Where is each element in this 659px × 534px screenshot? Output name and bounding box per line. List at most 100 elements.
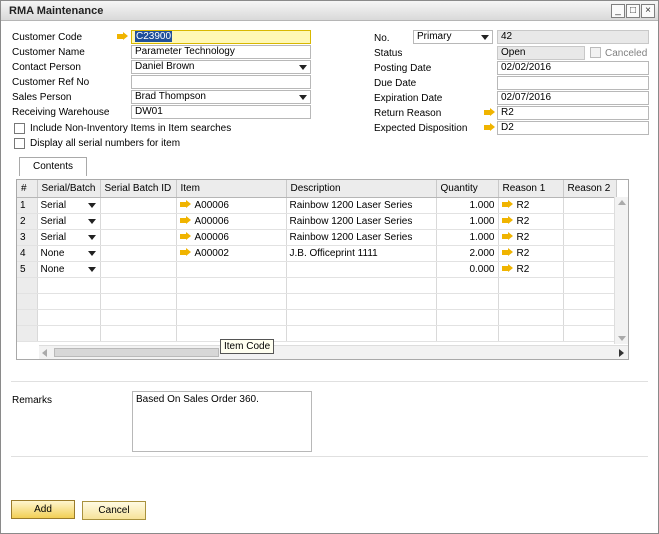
table-cell[interactable] xyxy=(100,261,177,278)
table-cell[interactable] xyxy=(563,277,617,294)
table-row[interactable]: 4 None A00002 J.B. Officeprint 1111 2.000 R2 xyxy=(17,245,617,262)
column-header[interactable]: Reason 1 xyxy=(498,180,564,198)
link-arrow-icon[interactable] xyxy=(179,247,191,257)
chevron-down-icon[interactable] xyxy=(87,234,96,240)
table-cell[interactable] xyxy=(176,261,287,278)
tab-contents[interactable]: Contents xyxy=(19,157,87,176)
close-icon[interactable]: × xyxy=(641,4,655,18)
table-cell[interactable] xyxy=(498,325,564,342)
chevron-down-icon[interactable] xyxy=(87,218,96,224)
return-reason-field[interactable]: R2 xyxy=(497,106,649,120)
table-row[interactable] xyxy=(17,309,617,326)
table-cell[interactable] xyxy=(563,261,617,278)
table-cell[interactable]: None xyxy=(37,245,101,262)
table-cell[interactable] xyxy=(498,309,564,326)
table-cell[interactable]: 0.000 xyxy=(436,261,499,278)
table-cell[interactable] xyxy=(37,277,101,294)
table-cell[interactable]: J.B. Officeprint 1111 xyxy=(286,245,437,262)
chevron-down-icon[interactable] xyxy=(299,95,307,100)
table-cell[interactable] xyxy=(436,277,499,294)
chevron-down-icon[interactable] xyxy=(299,65,307,70)
link-arrow-icon[interactable] xyxy=(484,108,495,117)
posting-date-field[interactable]: 02/02/2016 xyxy=(497,61,649,75)
scroll-right-icon[interactable] xyxy=(619,349,624,357)
table-cell[interactable]: A00006 xyxy=(176,213,287,230)
table-cell[interactable] xyxy=(286,293,437,310)
table-cell[interactable] xyxy=(563,309,617,326)
link-arrow-icon[interactable] xyxy=(501,247,513,257)
table-cell[interactable] xyxy=(563,229,617,246)
table-cell[interactable] xyxy=(176,277,287,294)
table-cell[interactable]: R2 xyxy=(498,245,564,262)
table-cell[interactable] xyxy=(37,309,101,326)
minimize-icon[interactable]: _ xyxy=(611,4,625,18)
sales-person-select[interactable]: Brad Thompson xyxy=(131,90,311,104)
column-header[interactable]: Item xyxy=(176,180,287,198)
vertical-scrollbar[interactable] xyxy=(614,197,628,344)
remarks-textarea[interactable]: Based On Sales Order 360. xyxy=(132,391,312,452)
table-cell[interactable]: R2 xyxy=(498,229,564,246)
chevron-down-icon[interactable] xyxy=(87,266,96,272)
link-arrow-icon[interactable] xyxy=(501,215,513,225)
table-cell[interactable]: A00006 xyxy=(176,229,287,246)
table-cell[interactable]: Rainbow 1200 Laser Series xyxy=(286,197,437,214)
table-cell[interactable]: Serial xyxy=(37,229,101,246)
scroll-left-icon[interactable] xyxy=(42,349,47,357)
link-arrow-icon[interactable] xyxy=(117,32,128,41)
table-cell[interactable] xyxy=(436,309,499,326)
table-row[interactable] xyxy=(17,293,617,310)
table-cell[interactable] xyxy=(37,293,101,310)
table-cell[interactable] xyxy=(436,325,499,342)
table-cell[interactable] xyxy=(563,213,617,230)
table-cell[interactable]: R2 xyxy=(498,197,564,214)
due-date-field[interactable] xyxy=(497,76,649,90)
table-cell[interactable] xyxy=(176,293,287,310)
link-arrow-icon[interactable] xyxy=(501,231,513,241)
customer-code-field[interactable]: C23900 xyxy=(131,30,311,44)
contact-person-select[interactable]: Daniel Brown xyxy=(131,60,311,74)
column-header[interactable]: Reason 2 xyxy=(563,180,617,198)
table-cell[interactable] xyxy=(37,325,101,342)
column-header[interactable]: Quantity xyxy=(436,180,499,198)
table-row[interactable]: 2 Serial A00006 Rainbow 1200 Laser Series 1.… xyxy=(17,213,617,230)
table-cell[interactable]: R2 xyxy=(498,261,564,278)
link-arrow-icon[interactable] xyxy=(179,215,191,225)
table-cell[interactable]: 1.000 xyxy=(436,197,499,214)
table-row[interactable] xyxy=(17,325,617,342)
table-cell[interactable] xyxy=(563,325,617,342)
warehouse-field[interactable]: DW01 xyxy=(131,105,311,119)
table-cell[interactable] xyxy=(100,277,177,294)
table-cell[interactable] xyxy=(498,293,564,310)
horizontal-scrollbar[interactable] xyxy=(39,345,628,359)
column-header[interactable]: # xyxy=(17,180,38,198)
column-header[interactable]: Serial/Batch xyxy=(37,180,101,198)
table-cell[interactable]: 1.000 xyxy=(436,213,499,230)
table-cell[interactable] xyxy=(286,261,437,278)
table-row[interactable]: 1 Serial A00006 Rainbow 1200 Laser Series 1.… xyxy=(17,197,617,214)
table-cell[interactable]: 1.000 xyxy=(436,229,499,246)
table-row[interactable]: 3 Serial A00006 Rainbow 1200 Laser Series 1.… xyxy=(17,229,617,246)
add-button[interactable]: Add xyxy=(11,500,75,519)
table-cell[interactable] xyxy=(100,293,177,310)
display-serials-checkbox[interactable] xyxy=(14,138,25,149)
table-cell[interactable] xyxy=(286,277,437,294)
table-cell[interactable] xyxy=(436,293,499,310)
link-arrow-icon[interactable] xyxy=(501,263,513,273)
chevron-down-icon[interactable] xyxy=(87,250,96,256)
maximize-icon[interactable]: □ xyxy=(626,4,640,18)
customer-ref-field[interactable] xyxy=(131,75,311,89)
column-header[interactable]: Description xyxy=(286,180,437,198)
table-row[interactable] xyxy=(17,277,617,294)
include-noninventory-checkbox[interactable] xyxy=(14,123,25,134)
table-cell[interactable] xyxy=(286,325,437,342)
table-cell[interactable] xyxy=(100,197,177,214)
link-arrow-icon[interactable] xyxy=(484,123,495,132)
table-cell[interactable] xyxy=(100,229,177,246)
table-cell[interactable]: Rainbow 1200 Laser Series xyxy=(286,229,437,246)
scroll-up-icon[interactable] xyxy=(618,200,626,205)
table-cell[interactable]: 2.000 xyxy=(436,245,499,262)
table-cell[interactable] xyxy=(100,213,177,230)
link-arrow-icon[interactable] xyxy=(179,199,191,209)
table-cell[interactable] xyxy=(563,293,617,310)
cancel-button[interactable]: Cancel xyxy=(82,501,146,520)
